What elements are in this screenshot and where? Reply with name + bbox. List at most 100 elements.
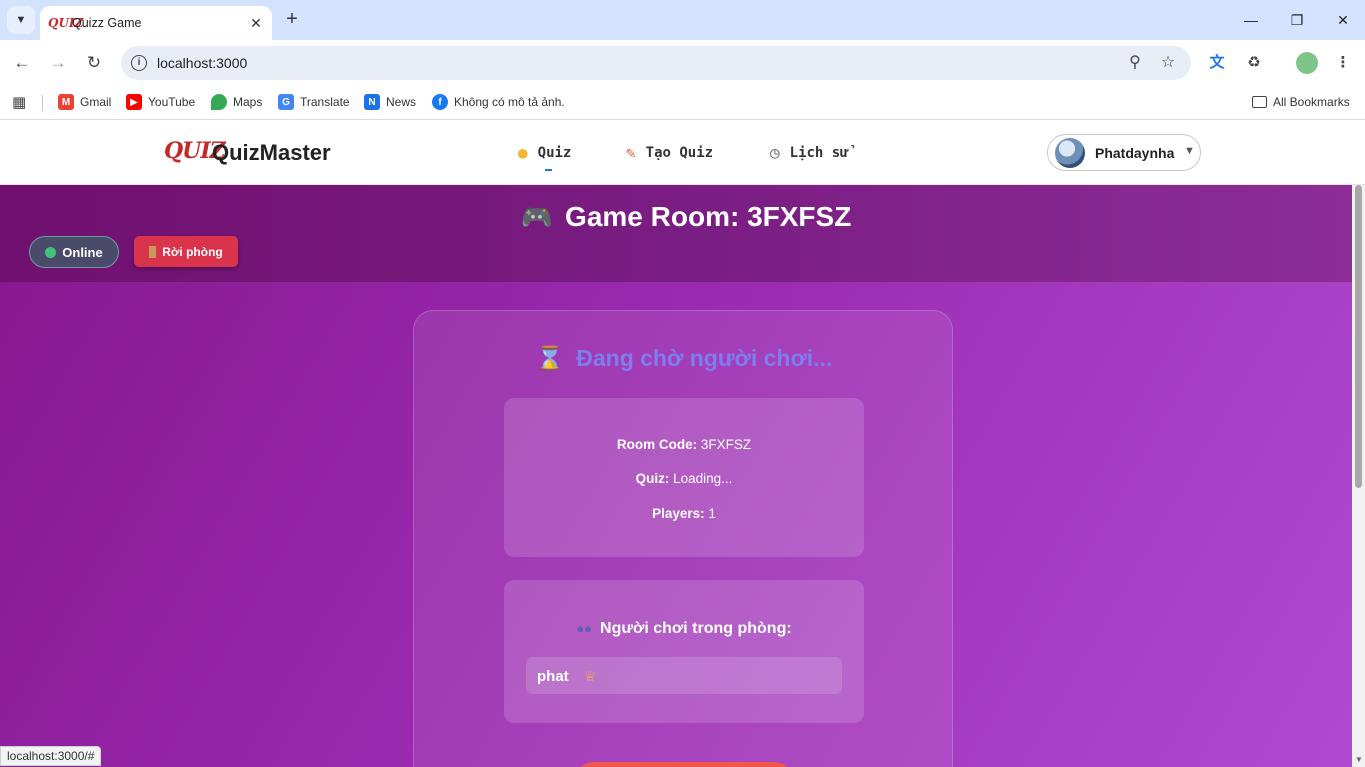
minimize-icon[interactable]: —: [1228, 8, 1274, 32]
waiting-title-text: Đang chờ người chơi...: [576, 345, 833, 371]
user-menu[interactable]: Phatdaynha ▼: [1047, 134, 1201, 171]
new-tab-button[interactable]: +: [280, 8, 304, 32]
back-icon[interactable]: ←: [10, 51, 34, 75]
chevron-down-icon: ▼: [15, 14, 27, 26]
room-title: 🎮 Game Room: 3FXFSZ: [0, 201, 1352, 233]
browser-tab-bar: ▼ QUIZ Quizz Game ✕ + — ❐ ✕: [0, 0, 1365, 40]
translate-extension-icon[interactable]: 文: [1206, 52, 1228, 74]
players-box: ●● Người chơi trong phòng: phat ♕: [504, 580, 864, 723]
bookmark-label: Maps: [233, 95, 263, 109]
translate-icon: G: [278, 94, 294, 110]
players-title: ●● Người chơi trong phòng:: [504, 620, 864, 638]
quiz-favicon-icon: QUIZ: [48, 16, 84, 30]
bookmarks-separator: [42, 95, 43, 111]
tab-search-button[interactable]: ▼: [7, 6, 35, 34]
waiting-title: ⌛ Đang chờ người chơi...: [414, 345, 954, 372]
lightbulb-icon: ●: [518, 143, 528, 162]
scrollbar-thumb[interactable]: [1355, 185, 1362, 488]
site-info-icon[interactable]: i: [131, 55, 147, 71]
clock-icon: ◷: [770, 143, 780, 162]
bookmark-gmail[interactable]: M Gmail: [58, 92, 111, 112]
page-scrollbar[interactable]: ▼: [1352, 185, 1365, 767]
forward-icon[interactable]: →: [46, 51, 70, 75]
apps-grid-icon[interactable]: ▦: [12, 92, 26, 112]
room-title-text: Game Room: 3FXFSZ: [565, 201, 852, 232]
close-window-icon[interactable]: ✕: [1320, 8, 1365, 32]
leave-room-label: Rời phòng: [162, 244, 223, 259]
bookmarks-bar: ▦ M Gmail ▶ YouTube Maps G Translate N N…: [0, 86, 1365, 120]
players-count-value: 1: [708, 506, 716, 521]
bookmark-label: YouTube: [148, 95, 196, 109]
all-bookmarks[interactable]: All Bookmarks: [1252, 92, 1350, 112]
youtube-icon: ▶: [126, 94, 142, 110]
bookmark-translate[interactable]: G Translate: [278, 92, 350, 112]
maps-icon: [211, 94, 227, 110]
profile-avatar-icon[interactable]: [1296, 52, 1318, 74]
quiz-value: Loading...: [673, 471, 733, 486]
room-info-box: Room Code: 3FXFSZ Quiz: Loading... Playe…: [504, 398, 864, 557]
bookmark-youtube[interactable]: ▶ YouTube: [126, 92, 195, 112]
nav-create-quiz[interactable]: ✎ Tạo Quiz: [626, 143, 713, 162]
avatar: [1055, 138, 1085, 168]
nav-quiz-label: Quiz: [537, 144, 572, 161]
room-header: 🎮 Game Room: 3FXFSZ Online Rời phòng: [0, 185, 1352, 282]
gamepad-icon: 🎮: [520, 202, 554, 232]
browser-tab[interactable]: QUIZ Quizz Game ✕: [40, 6, 272, 40]
room-code-label: Room Code:: [616, 437, 698, 452]
gmail-icon: M: [58, 94, 74, 110]
address-bar[interactable]: i localhost:3000 ⚲ ☆: [121, 46, 1191, 80]
players-count-line: Players: 1: [504, 506, 864, 521]
room-code-line: Room Code: 3FXFSZ: [504, 437, 864, 452]
folder-icon: [1252, 96, 1267, 108]
nav-create-label: Tạo Quiz: [645, 144, 714, 161]
scroll-down-icon[interactable]: ▼: [1355, 755, 1363, 764]
crown-icon: ♕: [584, 668, 597, 684]
zoom-icon[interactable]: ⚲: [1125, 53, 1145, 73]
players-title-text: Người chơi trong phòng:: [600, 620, 792, 637]
players-count-label: Players:: [652, 506, 705, 521]
waiting-card: ⌛ Đang chờ người chơi... Room Code: 3FXFS…: [413, 310, 953, 767]
bookmark-label: Translate: [300, 95, 350, 109]
pencil-icon: ✎: [626, 143, 636, 162]
url-text[interactable]: localhost:3000: [157, 55, 247, 71]
online-dot-icon: [45, 246, 57, 258]
bookmark-label: Gmail: [80, 95, 112, 109]
close-tab-icon[interactable]: ✕: [248, 15, 264, 32]
online-status-badge[interactable]: Online: [29, 236, 119, 268]
extensions-icon[interactable]: ♻: [1243, 52, 1265, 74]
reload-icon[interactable]: ↻: [82, 51, 106, 75]
online-status-label: Online: [62, 244, 103, 260]
users-icon: ●●: [576, 621, 593, 636]
list-item: phat ♕: [526, 657, 842, 694]
quiz-line: Quiz: Loading...: [504, 471, 864, 486]
app-logo-text[interactable]: QuizMaster: [212, 140, 331, 166]
all-bookmarks-label: All Bookmarks: [1273, 95, 1350, 109]
username: Phatdaynha: [1095, 145, 1175, 161]
bookmark-label: News: [386, 95, 417, 109]
restore-icon[interactable]: ❐: [1274, 8, 1320, 32]
bookmark-maps[interactable]: Maps: [211, 92, 262, 112]
nav-history-label: Lịch sử: [789, 144, 849, 161]
app-header: QUIZ QuizMaster ● Quiz ✎ Tạo Quiz ◷ Lịch…: [0, 121, 1365, 185]
browser-toolbar: ← → ↻ i localhost:3000 ⚲ ☆ 文 ♻ ⋮: [0, 40, 1365, 86]
bookmark-news[interactable]: N News: [364, 92, 416, 112]
caret-down-icon: ▼: [1184, 145, 1195, 157]
link-status-bar: localhost:3000/#: [0, 746, 102, 766]
quiz-label: Quiz:: [635, 471, 670, 486]
nav-active-indicator: [545, 169, 552, 171]
game-room-page: 🎮 Game Room: 3FXFSZ Online Rời phòng ⌛ Đan…: [0, 185, 1352, 767]
news-icon: N: [364, 94, 380, 110]
door-icon: [149, 245, 157, 258]
bookmark-star-icon[interactable]: ☆: [1158, 53, 1178, 73]
nav-quiz[interactable]: ● Quiz: [518, 143, 571, 162]
hourglass-icon: ⌛: [535, 345, 565, 371]
room-code-value: 3FXFSZ: [700, 437, 752, 452]
nav-history[interactable]: ◷ Lịch sử: [770, 143, 849, 162]
start-game-button[interactable]: [574, 762, 794, 767]
player-name: phat: [537, 668, 569, 685]
leave-room-button[interactable]: Rời phòng: [134, 236, 238, 267]
bookmark-label: Không có mô tả ảnh.: [454, 95, 565, 109]
menu-dots-icon[interactable]: ⋮: [1332, 52, 1354, 74]
bookmark-facebook[interactable]: f Không có mô tả ảnh.: [432, 92, 565, 112]
tab-title: Quizz Game: [72, 16, 142, 30]
